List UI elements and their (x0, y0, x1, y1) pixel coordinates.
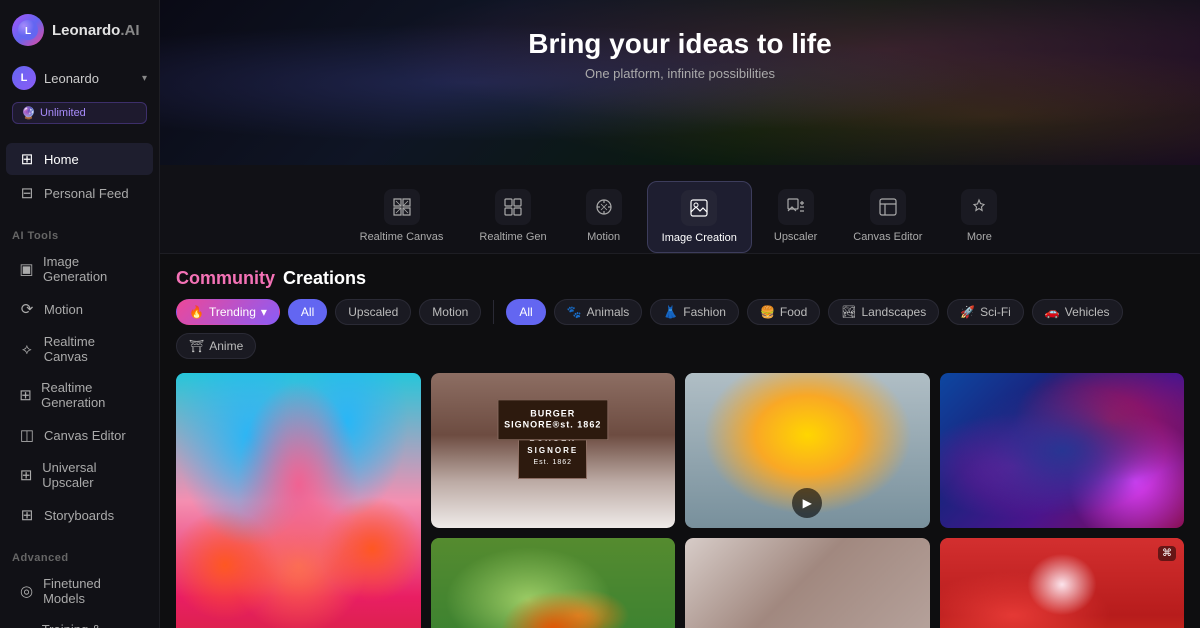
tag-anime[interactable]: ⛩ Anime (176, 333, 256, 359)
home-icon: ⊞ (18, 150, 36, 168)
animals-emoji: 🐾 (567, 305, 582, 319)
sidebar-item-training-datasets[interactable]: ◉ Training & Datasets (6, 615, 153, 628)
realtime-gen-tool-icon (495, 189, 531, 225)
upscaler-tool-icon (778, 189, 814, 225)
landscapes-emoji: 🏞 (841, 305, 856, 319)
tag-vehicles[interactable]: 🚗 Vehicles (1032, 299, 1123, 325)
image-card-abstract-dark[interactable] (940, 373, 1185, 528)
svg-text:L: L (25, 26, 31, 37)
more-tool-icon (961, 189, 997, 225)
tab-upscaled[interactable]: Upscaled (335, 299, 411, 325)
image-grid: BURGERSIGNOREEst. 1862 ▶ (176, 373, 1184, 628)
finetuned-icon: ◎ (18, 582, 35, 600)
tab-all[interactable]: All (288, 299, 327, 325)
vehicles-emoji: 🚗 (1045, 305, 1060, 319)
motion-icon: ⟳ (18, 300, 36, 318)
tool-realtime-gen[interactable]: Realtime Gen (465, 181, 560, 253)
community-header: Community Creations (176, 254, 1184, 299)
tag-animals[interactable]: 🐾 Animals (554, 299, 643, 325)
canvas-editor-tool-icon (870, 189, 906, 225)
realtime-gen-icon: ⊞ (18, 386, 33, 404)
chevron-down-icon: ▾ (142, 73, 147, 84)
tool-realtime-canvas[interactable]: Realtime Canvas (346, 181, 458, 253)
hero-subtitle: One platform, infinite possibilities (585, 66, 775, 81)
play-button[interactable]: ▶ (792, 488, 822, 518)
trending-icon: 🔥 (189, 305, 204, 319)
feed-icon: ⊟ (18, 184, 36, 202)
sidebar-item-storyboards[interactable]: ⊞ Storyboards (6, 499, 153, 531)
image-gen-icon: ▣ (18, 260, 35, 278)
sidebar-item-motion[interactable]: ⟳ Motion (6, 293, 153, 325)
motion-label: Motion (587, 231, 620, 243)
image-creation-label: Image Creation (662, 232, 737, 244)
image-card-burger[interactable]: BURGERSIGNOREEst. 1862 (431, 373, 676, 528)
tool-image-creation[interactable]: Image Creation (647, 181, 752, 253)
realtime-canvas-label: Realtime Canvas (360, 231, 444, 243)
user-name: Leonardo (44, 71, 134, 86)
canvas-editor-icon: ◫ (18, 426, 36, 444)
more-label: More (967, 231, 992, 243)
sidebar-item-canvas-editor[interactable]: ◫ Canvas Editor (6, 419, 153, 451)
scifi-emoji: 🚀 (960, 305, 975, 319)
logo[interactable]: L Leonardo.AI (0, 0, 159, 60)
realtime-canvas-tool-icon (384, 189, 420, 225)
image-creation-tool-icon (681, 190, 717, 226)
user-row[interactable]: L Leonardo ▾ (0, 60, 159, 96)
tag-fashion[interactable]: 👗 Fashion (650, 299, 739, 325)
tool-more[interactable]: More (944, 181, 1014, 253)
image-card-yellow-suit[interactable]: ▶ (685, 373, 930, 528)
food-emoji: 🍔 (760, 305, 775, 319)
app-name: Leonardo.AI (52, 22, 140, 39)
canvas-editor-label: Canvas Editor (853, 231, 922, 243)
realtime-canvas-icon: ⟡ (18, 341, 36, 358)
trending-label: Trending (209, 305, 256, 319)
tool-upscaler[interactable]: Upscaler (760, 181, 831, 253)
community-title-pink: Community (176, 268, 275, 289)
anime-emoji: ⛩ (189, 339, 204, 353)
tag-all[interactable]: All (506, 299, 545, 325)
upscaler-label: Upscaler (774, 231, 817, 243)
tool-canvas-editor[interactable]: Canvas Editor (839, 181, 936, 253)
hero-banner: Bring your ideas to life One platform, i… (160, 0, 1200, 165)
image-card-woman-art[interactable]: ⌘ (940, 538, 1185, 628)
logo-avatar: L (12, 14, 44, 46)
image-card-colorful-woman[interactable] (176, 373, 421, 628)
realtime-gen-label: Realtime Gen (479, 231, 546, 243)
sidebar-item-image-generation[interactable]: ▣ Image Generation (6, 247, 153, 291)
tool-motion[interactable]: Motion (569, 181, 639, 253)
plan-icon: 🔮 (21, 106, 36, 120)
sidebar-item-personal-feed[interactable]: ⊟ Personal Feed (6, 177, 153, 209)
sidebar-item-realtime-generation[interactable]: ⊞ Realtime Generation (6, 373, 153, 417)
trending-filter[interactable]: 🔥 Trending ▾ (176, 299, 280, 325)
user-avatar: L (12, 66, 36, 90)
plan-badge: 🔮 Unlimited (12, 102, 147, 124)
tag-landscapes[interactable]: 🏞 Landscapes (828, 299, 939, 325)
sidebar: L Leonardo.AI L Leonardo ▾ 🔮 Unlimited ⊞… (0, 0, 160, 628)
sidebar-item-finetuned-models[interactable]: ◎ Finetuned Models (6, 569, 153, 613)
sidebar-item-home[interactable]: ⊞ Home (6, 143, 153, 175)
ai-tools-section: AI Tools (0, 222, 159, 246)
main-content: Bring your ideas to life One platform, i… (160, 0, 1200, 628)
advanced-section: Advanced (0, 544, 159, 568)
main-scroll-area: Community Creations 🔥 Trending ▾ All Ups… (160, 254, 1200, 628)
storyboards-icon: ⊞ (18, 506, 36, 524)
image-card-chameleon[interactable] (431, 538, 676, 628)
tag-sci-fi[interactable]: 🚀 Sci-Fi (947, 299, 1024, 325)
hero-title: Bring your ideas to life (528, 28, 831, 60)
filter-row: 🔥 Trending ▾ All Upscaled Motion All 🐾 A… (176, 299, 1184, 373)
filter-separator (493, 300, 494, 324)
tab-motion[interactable]: Motion (419, 299, 481, 325)
fashion-emoji: 👗 (663, 305, 678, 319)
image-card-handbag[interactable] (685, 538, 930, 628)
tag-food[interactable]: 🍔 Food (747, 299, 820, 325)
upscaler-icon: ⊞ (18, 466, 34, 484)
community-title-white: Creations (283, 268, 366, 289)
motion-tool-icon (586, 189, 622, 225)
trending-chevron: ▾ (261, 305, 267, 319)
tools-row: Realtime Canvas Realtime Gen Motion Imag… (160, 165, 1200, 254)
sidebar-item-universal-upscaler[interactable]: ⊞ Universal Upscaler (6, 453, 153, 497)
hero-background (160, 0, 1200, 165)
sidebar-item-realtime-canvas[interactable]: ⟡ Realtime Canvas (6, 327, 153, 371)
